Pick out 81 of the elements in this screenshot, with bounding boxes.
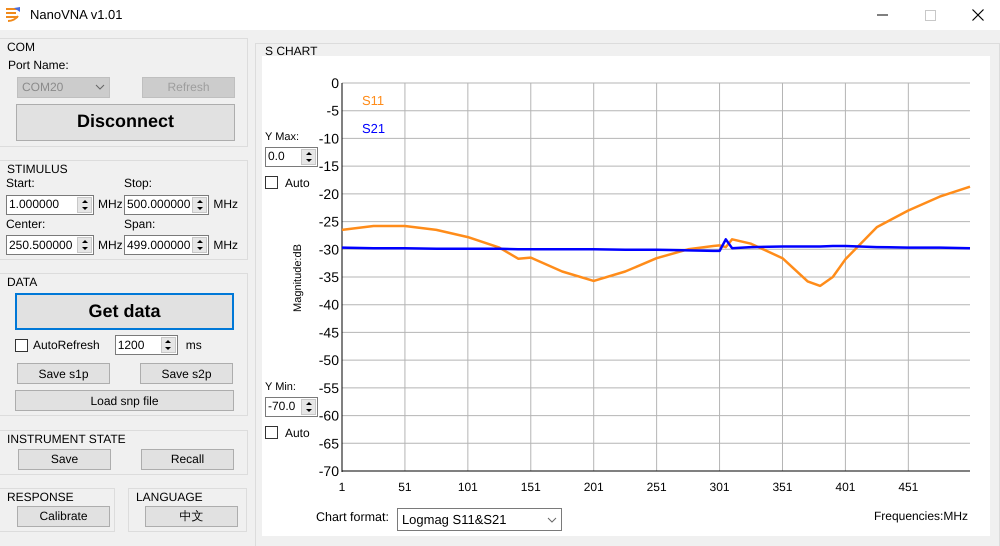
button[interactable]: Save (18, 448, 111, 470)
window-title: NanoVNA v1.01 (30, 7, 123, 23)
chevron-down-icon (95, 84, 105, 90)
tick-label: 251 (646, 480, 667, 494)
spin-arrows-icon (160, 337, 176, 354)
field-label: Start: (6, 176, 36, 191)
tick-label: -10 (318, 130, 339, 147)
chevron-down-icon (546, 516, 557, 523)
language-button[interactable]: 中文 (145, 506, 238, 528)
save-file-button[interactable]: Save s1p (17, 363, 110, 384)
tick-label: -15 (318, 158, 339, 175)
tick-label: 101 (458, 480, 478, 494)
spin-arrows-icon (192, 196, 208, 213)
close-icon[interactable] (972, 9, 984, 21)
tick-label: -65 (318, 436, 339, 452)
tick-label: -70 (318, 463, 339, 480)
spin-arrows-icon (192, 236, 208, 253)
tick-label: 451 (898, 480, 918, 494)
tick-label: -50 (318, 352, 339, 369)
checkbox-label: AutoRefresh (33, 338, 100, 353)
field-label: Chart format: (316, 510, 389, 526)
number-spinner[interactable]: 1.000000 (6, 194, 94, 215)
tick-label: 201 (584, 480, 604, 494)
field-label: Y Min: (265, 381, 297, 395)
spin-arrows-icon (77, 236, 92, 253)
checkbox-label: Auto (285, 426, 310, 440)
axis-title: Magnitude:dB (292, 244, 304, 312)
tick-label: -20 (318, 186, 339, 202)
field-label: Span: (124, 216, 156, 231)
get-data-button[interactable]: Get data (15, 293, 234, 330)
save-file-button[interactable]: Save s2p (140, 363, 233, 384)
field-label: Center: (6, 216, 46, 231)
spin-arrows-icon (301, 148, 316, 165)
minimize-icon[interactable] (876, 14, 888, 16)
field-label: Stop: (124, 176, 154, 191)
tick-label: -35 (318, 269, 339, 286)
group-title: STIMULUS (7, 162, 70, 176)
group-title: RESPONSE (7, 490, 76, 504)
button[interactable]: Recall (141, 448, 234, 470)
checkbox[interactable] (15, 338, 28, 352)
tick-label: 1 (338, 480, 346, 494)
unit-label: MHz (98, 197, 123, 212)
tick-label: 151 (520, 480, 541, 494)
number-spinner[interactable]: -70.0 (265, 396, 318, 417)
unit-label: MHz (213, 238, 238, 252)
group-title: LANGUAGE (136, 490, 205, 504)
unit-label: ms (186, 338, 202, 353)
number-spinner[interactable]: 250.500000 (6, 234, 94, 255)
number-spinner[interactable]: 500.000000 (124, 194, 210, 215)
axis-title: Frequencies:MHz (874, 509, 968, 524)
disconnect-button[interactable]: Disconnect (16, 104, 235, 141)
load-file-button[interactable]: Load snp file (15, 390, 234, 412)
tick-label: 0 (331, 75, 339, 92)
calibrate-button[interactable]: Calibrate (17, 506, 110, 528)
tick-label: 351 (772, 480, 792, 494)
tick-label: -45 (318, 324, 339, 341)
tick-label: -25 (318, 214, 339, 230)
unit-label: MHz (98, 238, 123, 252)
legend-label: S21 (362, 121, 386, 136)
checkbox-label: Auto (285, 176, 310, 190)
spin-arrows-icon (301, 398, 316, 415)
group-title: COM (7, 40, 37, 54)
checkbox[interactable] (265, 426, 278, 440)
field-label: Y Max: (265, 131, 300, 145)
tick-label: 51 (398, 480, 412, 494)
tick-label: 401 (835, 480, 856, 494)
spin-arrows-icon (77, 196, 92, 213)
number-spinner[interactable]: 0.0 (265, 146, 318, 167)
unit-label: MHz (213, 197, 238, 212)
chart-format-dropdown[interactable]: Logmag S11&S21 (396, 508, 562, 532)
tick-label: -5 (326, 103, 339, 120)
tick-label: -55 (318, 380, 339, 396)
number-spinner[interactable]: 1200 (114, 335, 178, 356)
number-spinner[interactable]: 499.000000 (124, 234, 210, 255)
tick-label: -40 (318, 297, 339, 314)
field-label: Port Name: (8, 58, 70, 73)
legend-label: S11 (362, 93, 384, 108)
tick-label: -30 (318, 242, 339, 258)
checkbox[interactable] (265, 176, 278, 190)
tick-label: -60 (318, 408, 339, 424)
tick-label: 301 (710, 480, 730, 494)
